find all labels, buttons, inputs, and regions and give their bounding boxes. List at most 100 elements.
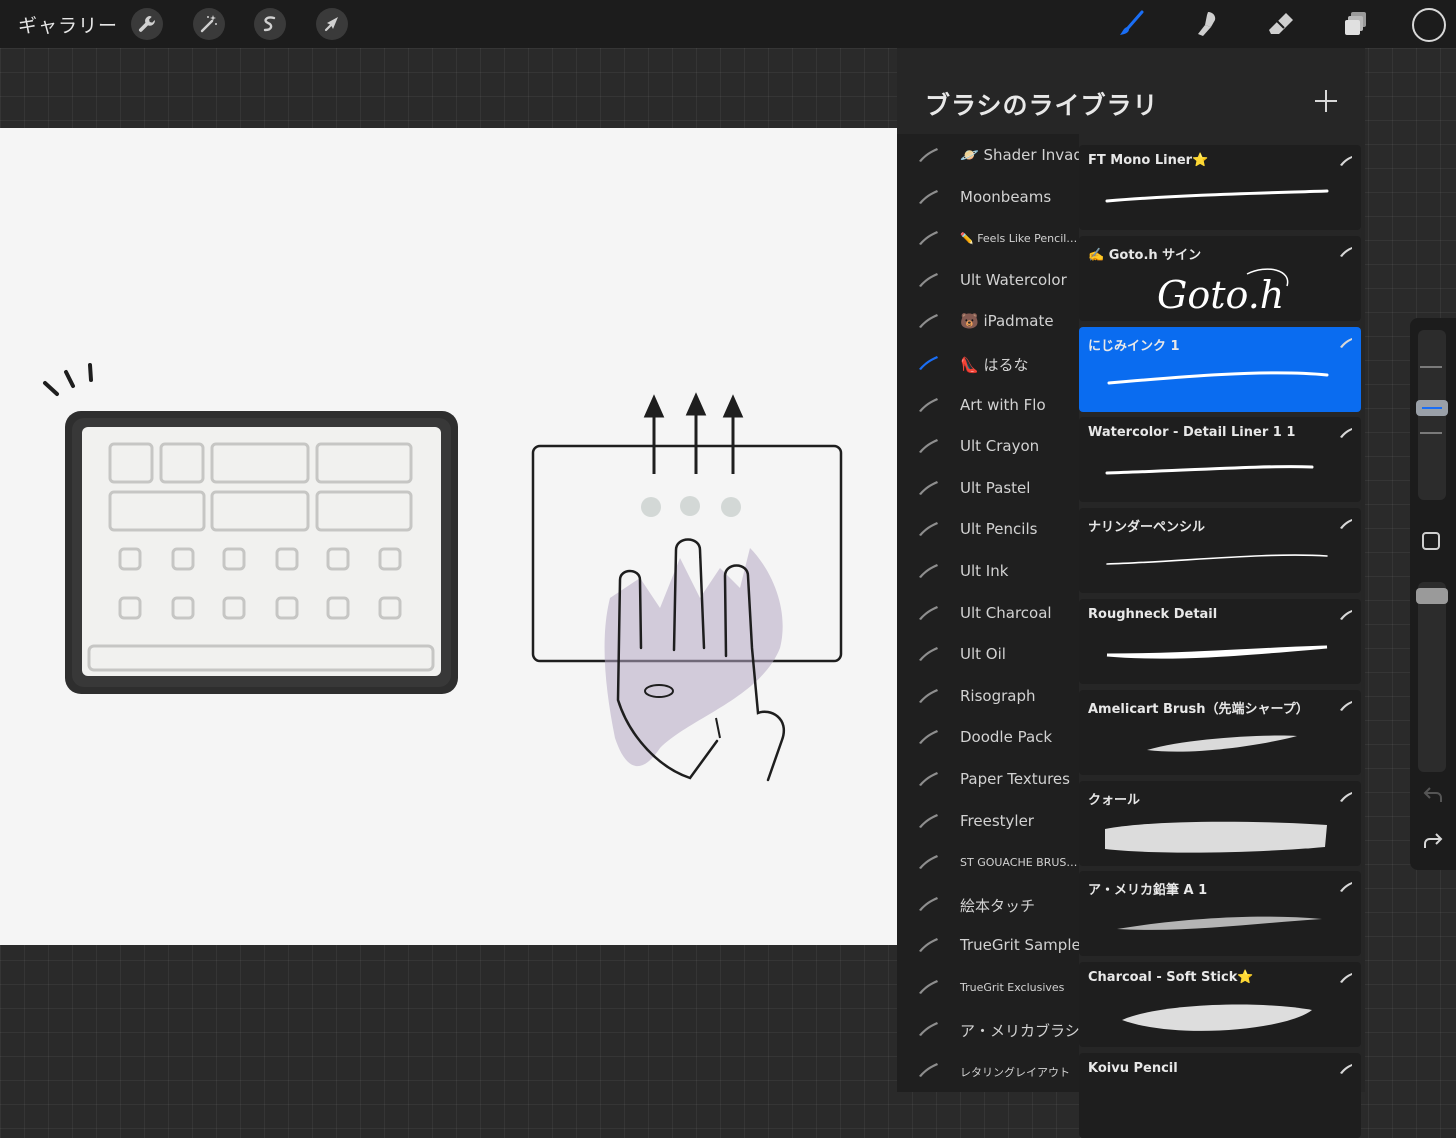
brush-stroke-icon: [919, 813, 938, 828]
brush-name: Watercolor - Detail Liner 1 1: [1088, 425, 1296, 441]
brush-preview: [1106, 554, 1328, 565]
eraser-icon[interactable]: [1263, 6, 1299, 42]
brush-name: Charcoal - Soft Stick⭐: [1088, 970, 1254, 986]
brush-preview: [1147, 735, 1297, 752]
size-slider-handle[interactable]: [1416, 400, 1448, 416]
brush-item[interactable]: Watercolor - Detail Liner 1 1: [1079, 417, 1361, 503]
brush-preview: [1105, 821, 1327, 853]
brush-stroke-icon: [919, 231, 938, 246]
brush-set-label: Risograph: [960, 686, 1036, 705]
brush-stroke-icon: [919, 480, 938, 495]
brush-settings-icon[interactable]: [1339, 790, 1353, 802]
brush-stroke-icon: [919, 647, 938, 662]
brush-set-item[interactable]: Ult Charcoal: [897, 594, 1079, 635]
brush-name: クォール: [1088, 792, 1141, 808]
brush-name: ✍️ Goto.h サイン: [1088, 247, 1202, 263]
brush-item[interactable]: ナリンダーペンシル: [1079, 508, 1361, 594]
brush-settings-icon[interactable]: [1339, 245, 1353, 257]
brush-stroke-icon: [919, 564, 938, 578]
brush-set-item[interactable]: Ult Pencils: [897, 510, 1079, 551]
opacity-slider[interactable]: [1416, 582, 1448, 772]
brush-set-item[interactable]: レタリングレイアウト: [897, 1051, 1079, 1092]
brush-settings-icon[interactable]: [1339, 699, 1353, 711]
brush-set-label: ア・メリカブラシ: [960, 1021, 1080, 1040]
brush-set-item[interactable]: ✏️ Feels Like Pencil…: [897, 219, 1079, 260]
brush-settings-icon[interactable]: [1339, 154, 1353, 166]
wrench-icon[interactable]: [131, 8, 163, 40]
brush-settings-icon[interactable]: [1339, 336, 1353, 348]
brush-stroke-icon: [919, 605, 938, 620]
brush-item[interactable]: にじみインク 1: [1079, 326, 1361, 412]
plus-icon[interactable]: [1311, 86, 1341, 116]
brush-preview: Goto.h: [1157, 268, 1289, 316]
brush-settings-icon[interactable]: [1339, 608, 1353, 620]
brush-stroke-icon: [919, 522, 938, 537]
brush-item[interactable]: Amelicart Brush（先端シャープ）: [1079, 689, 1361, 775]
brush-set-item[interactable]: TrueGrit Sampler: [897, 926, 1087, 967]
brush-item[interactable]: Koivu Pencil: [1079, 1053, 1361, 1138]
top-toolbar: ギャラリー: [0, 0, 1456, 48]
brush-set-item[interactable]: Risograph: [897, 677, 1079, 718]
brush-library-panel: ブラシのライブラリ 🪐 Shader Invader Moonbeams ✏️ Fe…: [897, 48, 1365, 1138]
opacity-slider-handle[interactable]: [1416, 588, 1448, 604]
brush-item[interactable]: ア・メリカ鉛筆 A 1: [1079, 871, 1361, 957]
magic-wand-icon[interactable]: [193, 8, 225, 40]
drawing-canvas[interactable]: [0, 128, 897, 945]
brush-stroke-icon: [919, 855, 938, 870]
brushes-list: FT Mono Liner⭐ ✍️ Goto.h サイン Goto.h にじみインク …: [1079, 134, 1365, 1138]
brush-set-label: 👠 はるな: [960, 356, 1029, 374]
brush-set-label: Ult Watercolor: [960, 270, 1067, 289]
brush-set-label: Ult Crayon: [960, 437, 1040, 456]
brush-set-item[interactable]: Doodle Pack: [897, 718, 1079, 759]
selection-icon[interactable]: [254, 8, 286, 40]
brush-item[interactable]: ✍️ Goto.h サイン Goto.h: [1079, 235, 1361, 321]
brush-set-item[interactable]: ア・メリカブラシ: [897, 1010, 1080, 1051]
brush-stroke-icon: [919, 397, 938, 412]
brush-icon[interactable]: [1113, 6, 1149, 42]
panel-title: ブラシのライブラリ: [925, 91, 1159, 120]
layers-icon[interactable]: [1338, 6, 1374, 42]
color-icon[interactable]: [1412, 8, 1446, 42]
brush-stroke-icon: [919, 896, 938, 911]
brush-stroke-icon: [919, 730, 938, 745]
brush-item[interactable]: クォール: [1079, 780, 1361, 866]
brush-size-slider[interactable]: [1416, 330, 1448, 500]
modify-square-icon[interactable]: [1422, 532, 1440, 550]
brush-set-item[interactable]: Moonbeams: [897, 178, 1079, 219]
brush-set-item[interactable]: ST GOUACHE BRUS…: [897, 843, 1079, 884]
redo-icon[interactable]: [1422, 830, 1444, 852]
brush-set-item[interactable]: Ult Pastel: [897, 469, 1079, 510]
brush-set-item[interactable]: 🪐 Shader Invader: [897, 136, 1098, 177]
brush-set-item[interactable]: 🐻 iPadmate: [897, 302, 1079, 343]
brush-settings-icon[interactable]: [1339, 1062, 1353, 1074]
transform-arrow-icon[interactable]: [316, 8, 348, 40]
brush-set-item[interactable]: Paper Textures: [897, 760, 1079, 801]
brush-item[interactable]: Charcoal - Soft Stick⭐: [1079, 962, 1361, 1048]
brush-set-item[interactable]: Ult Crayon: [897, 427, 1079, 468]
brush-set-label: Freestyler: [960, 811, 1034, 830]
brush-set-item[interactable]: 絵本タッチ: [897, 885, 1079, 926]
brush-preview: [1106, 645, 1328, 659]
brush-name: FT Mono Liner⭐: [1088, 153, 1209, 168]
brush-set-item[interactable]: Art with Flo: [897, 386, 1079, 427]
brush-set-item[interactable]: 👠 はるな: [897, 344, 1079, 385]
brush-set-item[interactable]: Ult Oil: [897, 635, 1079, 676]
brush-settings-icon[interactable]: [1339, 880, 1353, 893]
brush-settings-icon[interactable]: [1339, 426, 1353, 439]
brush-settings-icon[interactable]: [1339, 517, 1353, 530]
brush-preview: [1105, 465, 1314, 475]
brush-set-label: ST GOUACHE BRUS…: [960, 856, 1078, 870]
brush-set-item[interactable]: Ult Ink: [897, 552, 1079, 593]
brush-set-label: Moonbeams: [960, 187, 1052, 206]
brush-settings-icon[interactable]: [1339, 971, 1353, 984]
gallery-button[interactable]: ギャラリー: [18, 11, 118, 38]
brush-set-item[interactable]: Ult Watercolor: [897, 261, 1079, 302]
brush-set-item[interactable]: Freestyler: [897, 802, 1079, 843]
smudge-icon[interactable]: [1188, 6, 1224, 42]
brush-set-label: 絵本タッチ: [960, 896, 1036, 915]
brush-item[interactable]: FT Mono Liner⭐: [1079, 145, 1361, 230]
undo-icon[interactable]: [1422, 784, 1444, 806]
brush-stroke-icon: [919, 1021, 938, 1036]
brush-item[interactable]: Roughneck Detail: [1079, 599, 1361, 684]
brush-set-item[interactable]: TrueGrit Exclusives: [897, 968, 1079, 1009]
